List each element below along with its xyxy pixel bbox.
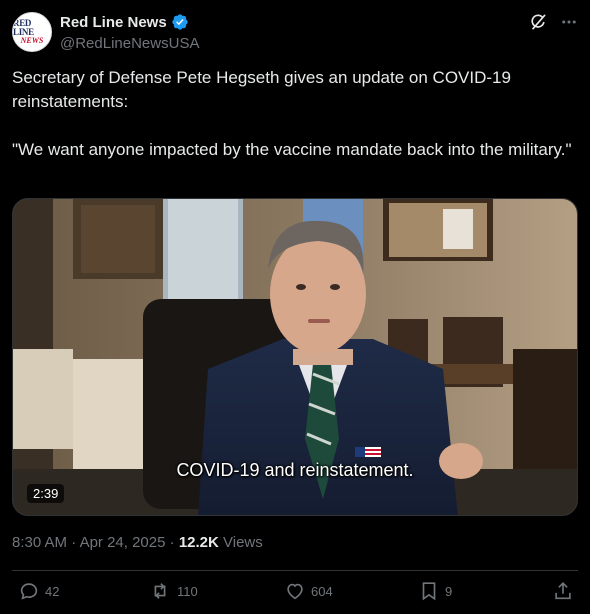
bookmark-button[interactable]: 9	[418, 580, 452, 602]
share-button[interactable]	[552, 580, 574, 602]
header-actions	[528, 12, 578, 32]
more-icon[interactable]	[560, 13, 578, 31]
like-button[interactable]: 604	[284, 580, 333, 602]
tweet-date[interactable]: Apr 24, 2025	[80, 534, 166, 551]
repost-count: 110	[177, 583, 198, 599]
reply-button[interactable]: 42	[18, 580, 59, 602]
tweet-meta: 8:30 AM · Apr 24, 2025 · 12.2K Views	[12, 534, 263, 551]
bookmark-icon	[422, 582, 436, 601]
author-handle[interactable]: @RedLineNewsUSA	[60, 35, 199, 52]
share-icon	[555, 582, 571, 600]
tweet-header: RED LINE NEWS Red Line News @RedLineNews…	[12, 10, 578, 54]
author-display-name-row[interactable]: Red Line News	[60, 13, 189, 31]
avatar-logo-line2: NEWS	[20, 36, 44, 45]
reply-icon	[20, 583, 38, 600]
meta-separator: ·	[67, 534, 80, 551]
tweet-time[interactable]: 8:30 AM	[12, 534, 67, 551]
verified-badge-icon	[172, 14, 188, 30]
divider	[12, 570, 578, 571]
views-label: Views	[218, 534, 263, 551]
tweet-text: Secretary of Defense Pete Hegseth gives …	[12, 68, 572, 159]
video-player[interactable]: COVID-19 and reinstatement. 2:39	[12, 198, 578, 516]
views-count: 12.2K	[178, 534, 219, 551]
like-count: 604	[311, 583, 333, 599]
repost-icon	[154, 583, 166, 599]
action-bar: 42 110 604 9	[12, 580, 578, 608]
avatar-logo-line1: RED LINE	[13, 18, 34, 37]
meta-separator: ·	[165, 534, 179, 551]
repost-button[interactable]: 110	[148, 580, 198, 602]
video-caption: COVID-19 and reinstatement.	[176, 460, 414, 480]
avatar[interactable]: RED LINE NEWS	[12, 12, 52, 52]
bookmark-count: 9	[445, 583, 453, 599]
grok-icon[interactable]	[528, 12, 548, 32]
heart-icon	[287, 583, 303, 600]
reply-count: 42	[45, 583, 60, 599]
author-display-name[interactable]: Red Line News	[60, 14, 167, 31]
author-names: Red Line News @RedLineNewsUSA	[60, 13, 199, 52]
video-duration: 2:39	[27, 484, 65, 503]
